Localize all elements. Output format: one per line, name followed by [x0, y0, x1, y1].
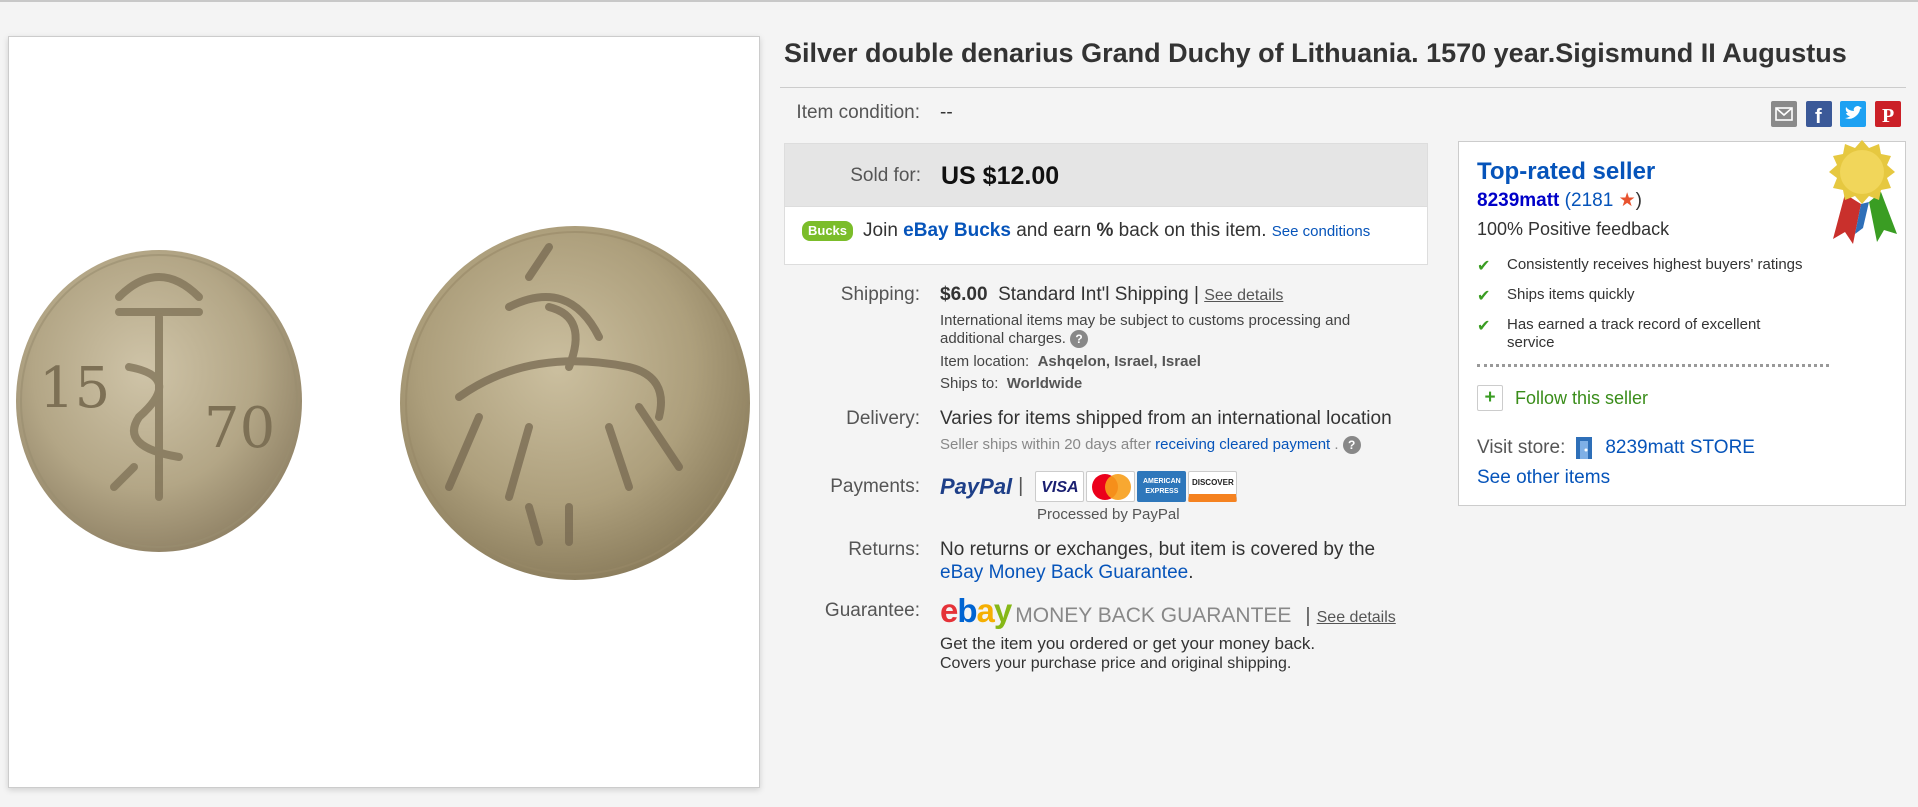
ebay-logo: ebay — [940, 592, 1012, 629]
star-icon: ★ — [1618, 190, 1636, 211]
returns-label: Returns: — [848, 539, 920, 560]
cleared-payment-link[interactable]: receiving cleared payment — [1155, 436, 1330, 453]
condition-label: Item condition: — [796, 102, 920, 123]
seller-username-link[interactable]: 8239matt — [1477, 190, 1559, 211]
top-rated-medal-icon — [1829, 140, 1897, 244]
guarantee-details-link[interactable]: See details — [1317, 609, 1396, 627]
separator: | — [1193, 284, 1199, 305]
twitter-share-icon[interactable] — [1840, 101, 1866, 127]
separator: | — [1305, 605, 1311, 627]
visit-store: Visit store: 8239matt STORE — [1477, 435, 1755, 461]
money-back-guarantee-link[interactable]: eBay Money Back Guarantee — [940, 562, 1188, 583]
sold-label: Sold for: — [850, 165, 921, 186]
store-link[interactable]: 8239matt STORE — [1605, 437, 1755, 459]
item-location: Item location: Ashqelon, Israel, Israel — [940, 353, 1201, 370]
discover-card-icon: DISCOVER — [1188, 471, 1238, 502]
payment-methods: PayPal | VISA AMERICAN EXPRESS DISCOVER — [940, 471, 1239, 502]
condition-value: -- — [940, 102, 953, 123]
plus-icon: + — [1477, 385, 1503, 411]
processed-by: Processed by PayPal — [1037, 506, 1180, 523]
bucks-text: back on this item. — [1118, 220, 1267, 241]
bucks-text: and earn — [1016, 220, 1092, 241]
top-rated-title: Top-rated seller — [1477, 158, 1656, 185]
amex-card-icon: AMERICAN EXPRESS — [1137, 471, 1187, 502]
item-image[interactable]: 15 70 — [8, 36, 760, 788]
pinterest-share-icon[interactable]: P — [1875, 101, 1901, 127]
visa-card-icon: VISA — [1035, 471, 1085, 502]
svg-text:15: 15 — [39, 356, 110, 421]
shipping-details-link[interactable]: See details — [1204, 287, 1283, 304]
sold-box: Sold for: US $12.00 Bucks Join eBay Buck… — [784, 143, 1428, 265]
svg-text:P: P — [1882, 105, 1894, 127]
ships-to: Ships to: Worldwide — [940, 375, 1083, 392]
svg-text:f: f — [1815, 106, 1822, 127]
help-icon[interactable]: ? — [1070, 330, 1089, 348]
positive-feedback: 100% Positive feedback — [1477, 219, 1670, 239]
guarantee-line1: Get the item you ordered or get your mon… — [940, 634, 1316, 653]
feedback-score-link[interactable]: 2181 — [1571, 190, 1613, 211]
ebay-bucks-link[interactable]: eBay Bucks — [903, 220, 1011, 242]
bucks-row: Bucks Join eBay Bucks and earn % back on… — [802, 220, 1370, 242]
seller-name: 8239matt (2181 ★) — [1477, 190, 1642, 211]
separator: | — [1018, 475, 1024, 497]
shipping-row: $6.00 Standard Int'l Shipping | See deta… — [940, 284, 1283, 306]
seller-check-item: ✔ Ships items quickly — [1477, 286, 1635, 305]
checkmark-icon: ✔ — [1477, 318, 1491, 335]
returns-text: No returns or exchanges, but item is cov… — [940, 539, 1376, 560]
delivery-label: Delivery: — [846, 408, 920, 429]
guarantee-line2: Covers your purchase price and original … — [940, 655, 1292, 672]
shipping-cost: $6.00 — [940, 284, 988, 305]
coin-photo: 15 70 — [16, 226, 750, 580]
delivery-note: Seller ships within 20 days after receiv… — [940, 436, 1361, 454]
svg-text:70: 70 — [204, 396, 275, 461]
payments-label: Payments: — [830, 476, 920, 497]
store-door-icon — [1576, 437, 1593, 459]
follow-seller-button[interactable]: + Follow this seller — [1477, 385, 1648, 411]
mastercard-card-icon — [1086, 471, 1136, 502]
paypal-logo: PayPal — [940, 473, 1013, 499]
top-rule — [0, 0, 1918, 2]
facebook-share-icon[interactable]: f — [1806, 101, 1832, 127]
seller-check-item: ✔ Consistently receives highest buyers' … — [1477, 256, 1803, 275]
help-icon[interactable]: ? — [1342, 436, 1361, 454]
delivery-value: Varies for items shipped from an interna… — [940, 408, 1392, 429]
seller-box: Top-rated seller 8239matt (2181 ★) 100% … — [1458, 140, 1906, 506]
shipping-method: Standard Int'l Shipping — [998, 284, 1189, 305]
page-title: Silver double denarius Grand Duchy of Li… — [784, 38, 1847, 68]
divider — [1477, 364, 1829, 367]
mbg-text: MONEY BACK GUARANTEE — [1015, 604, 1292, 627]
see-conditions-link[interactable]: See conditions — [1272, 223, 1370, 240]
shipping-label: Shipping: — [840, 284, 920, 305]
seller-check-item: ✔ Has earned a track record of excellent… — [1477, 316, 1761, 351]
checkmark-icon: ✔ — [1477, 258, 1491, 275]
email-share-icon[interactable] — [1771, 101, 1797, 127]
guarantee-label: Guarantee: — [824, 600, 920, 621]
guarantee-row: ebay MONEY BACK GUARANTEE | See details — [940, 592, 1396, 630]
divider — [780, 87, 1906, 88]
bucks-pct: % — [1096, 220, 1114, 241]
returns-guarantee: eBay Money Back Guarantee. — [940, 562, 1194, 583]
checkmark-icon: ✔ — [1477, 288, 1491, 305]
bucks-badge: Bucks — [802, 221, 854, 241]
sold-price: US $12.00 — [941, 162, 1060, 190]
shipping-note: International items may be subject to cu… — [940, 312, 1351, 348]
see-other-items-link[interactable]: See other items — [1477, 467, 1610, 489]
bucks-text: Join — [863, 220, 898, 241]
